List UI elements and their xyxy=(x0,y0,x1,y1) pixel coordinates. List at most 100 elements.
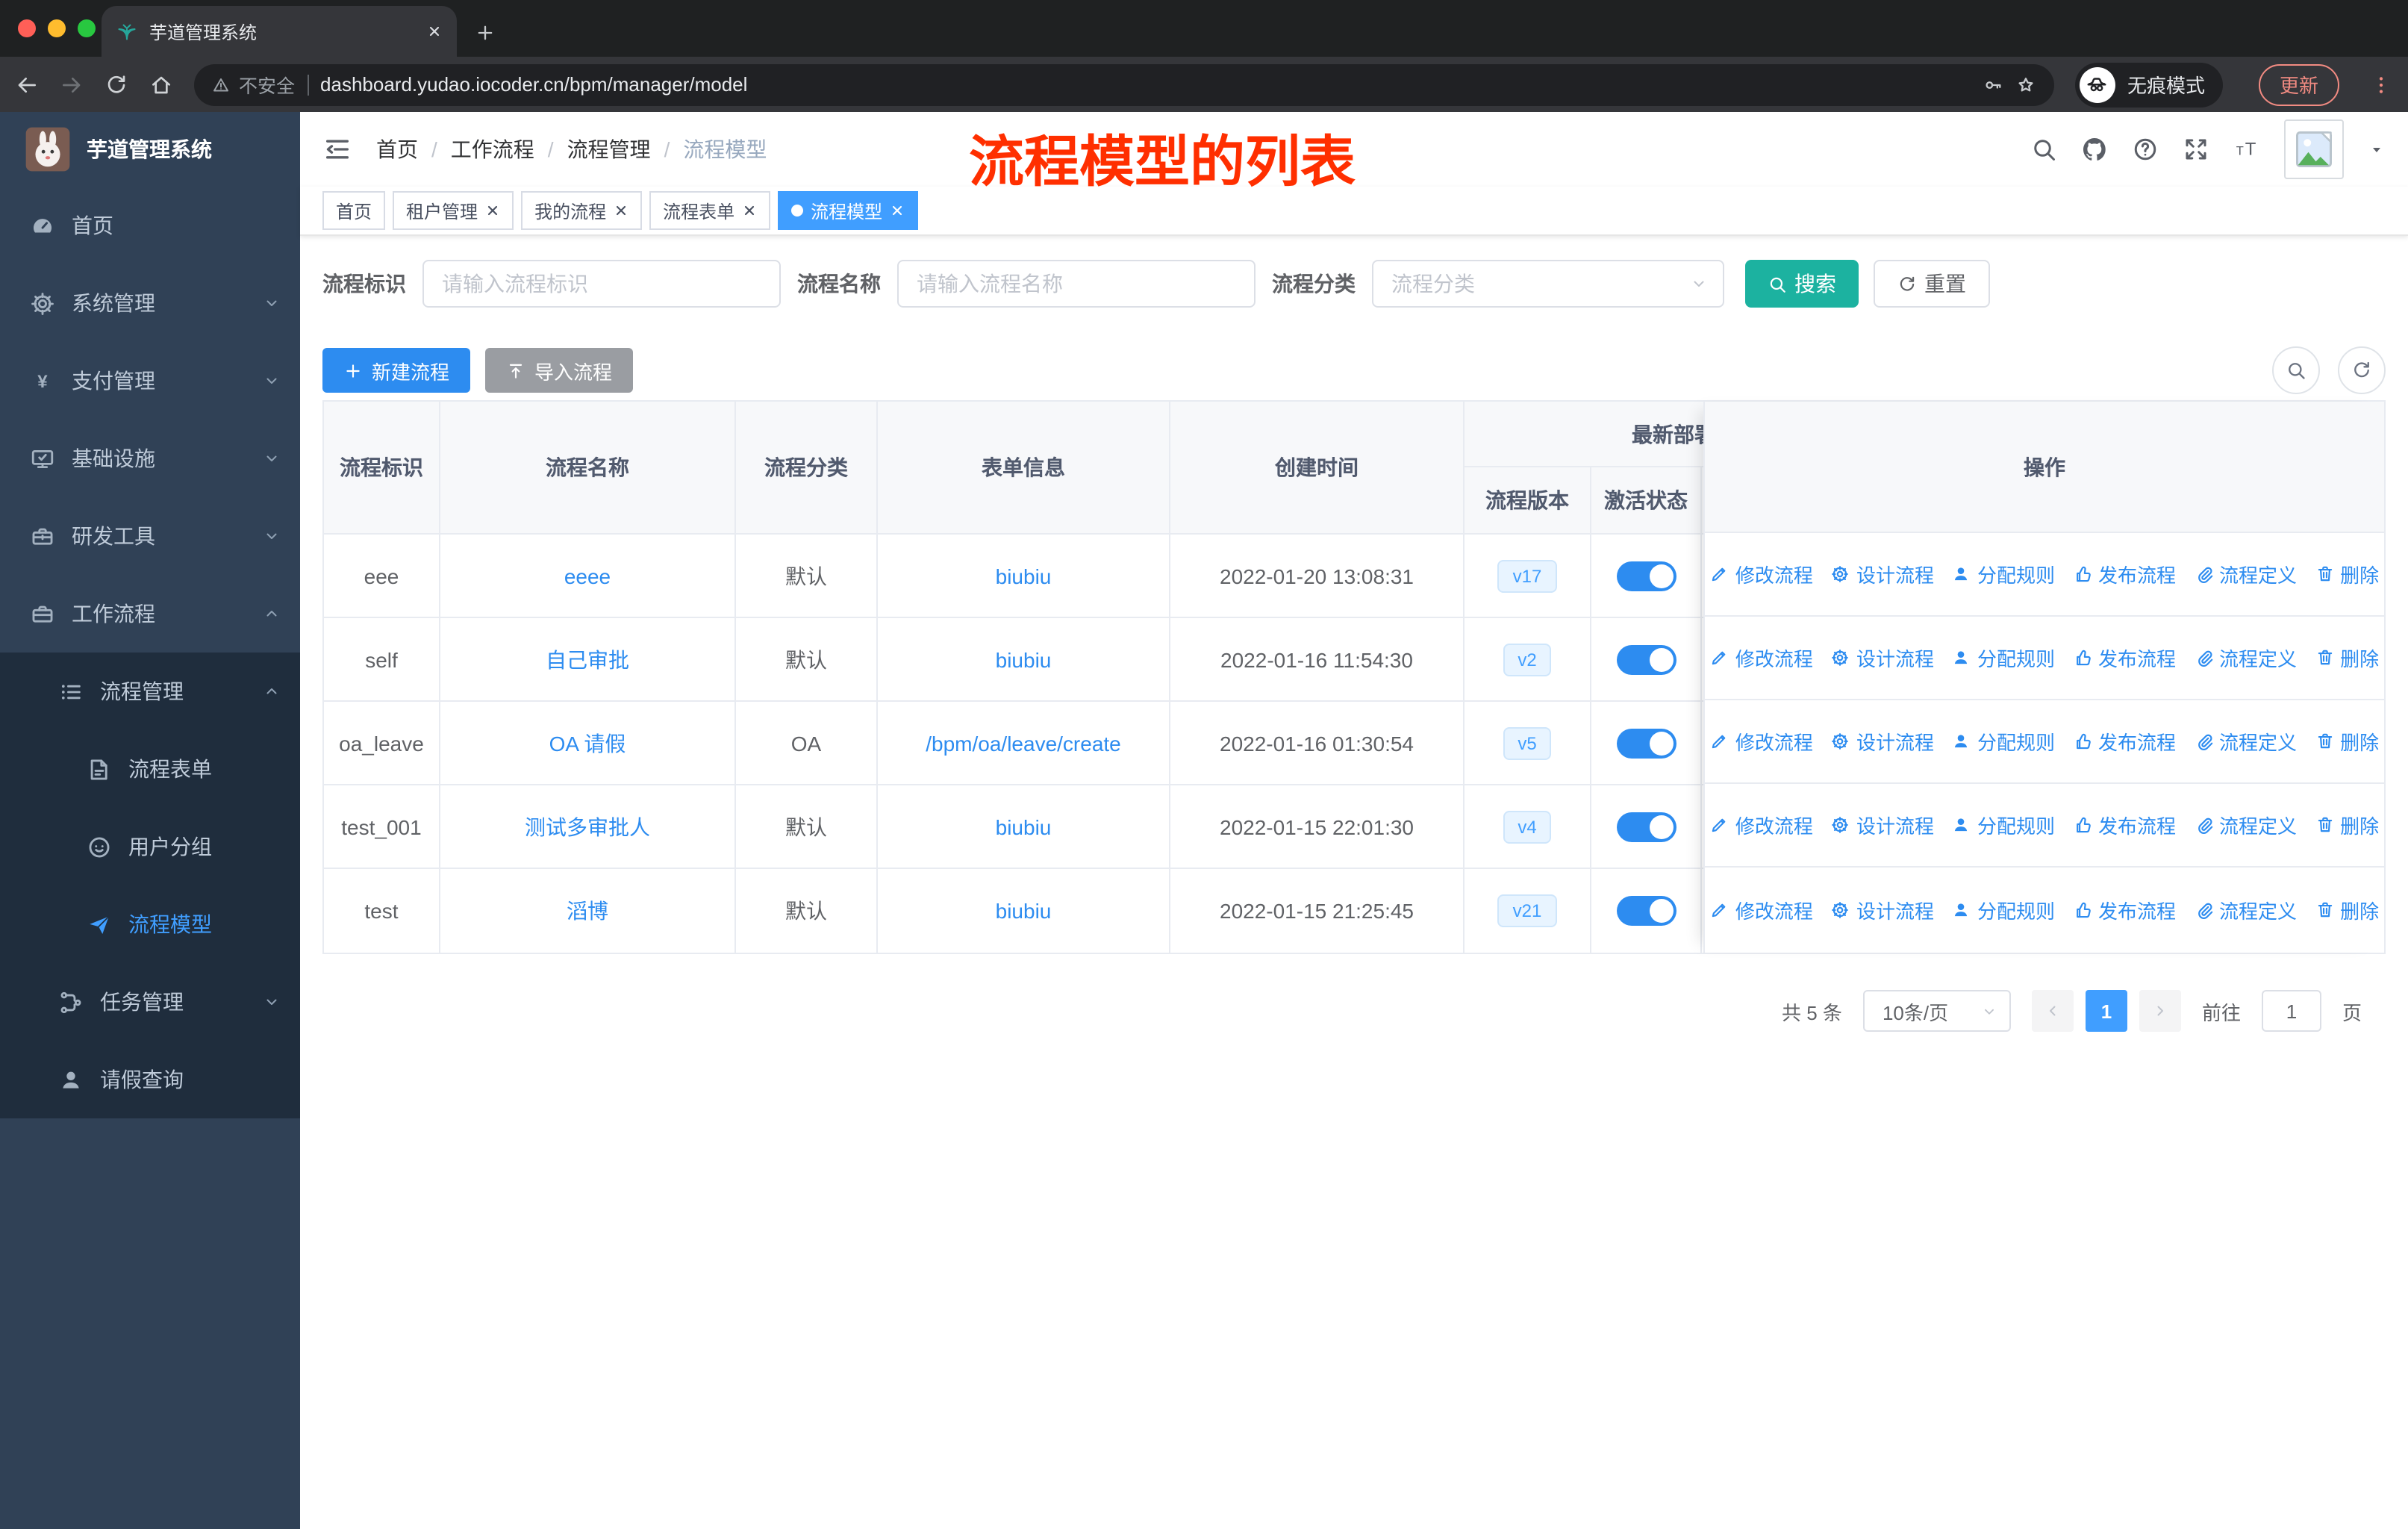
action-delete[interactable]: 删除 xyxy=(2315,895,2379,924)
password-key-icon[interactable] xyxy=(1983,74,2003,95)
window-zoom-button[interactable] xyxy=(78,19,96,37)
tab-tenant[interactable]: 租户管理 xyxy=(393,191,514,230)
action-assign[interactable]: 分配规则 xyxy=(1952,727,2055,756)
active-toggle[interactable] xyxy=(1616,561,1676,591)
action-definition[interactable]: 流程定义 xyxy=(2194,727,2297,756)
import-process-button[interactable]: 导入流程 xyxy=(485,348,634,393)
action-definition[interactable]: 流程定义 xyxy=(2194,644,2297,672)
goto-page-input[interactable] xyxy=(2261,990,2321,1032)
version-badge[interactable]: v2 xyxy=(1503,643,1552,676)
action-design[interactable]: 设计流程 xyxy=(1831,727,1934,756)
tab-process-model[interactable]: 流程模型 xyxy=(778,191,919,230)
font-size-icon[interactable]: TT xyxy=(2233,136,2260,163)
version-badge[interactable]: v17 xyxy=(1497,559,1557,592)
action-definition[interactable]: 流程定义 xyxy=(2194,560,2297,588)
active-toggle[interactable] xyxy=(1616,644,1676,674)
process-name-link[interactable]: OA 请假 xyxy=(549,728,626,758)
browser-menu-icon[interactable] xyxy=(2369,72,2393,96)
window-minimize-button[interactable] xyxy=(48,19,66,37)
sidebar-item-home[interactable]: 首页 xyxy=(0,187,300,264)
back-icon[interactable] xyxy=(15,72,39,96)
close-icon[interactable] xyxy=(890,203,905,218)
action-modify[interactable]: 修改流程 xyxy=(1710,811,1813,839)
form-info-link[interactable]: biubiu xyxy=(996,899,1052,923)
active-toggle[interactable] xyxy=(1616,728,1676,758)
action-publish[interactable]: 发布流程 xyxy=(2073,811,2176,839)
breadcrumb-process-mgmt[interactable]: 流程管理 xyxy=(567,134,651,164)
process-name-input[interactable] xyxy=(897,260,1256,308)
action-modify[interactable]: 修改流程 xyxy=(1710,560,1813,588)
browser-tab[interactable]: 芋道管理系统 xyxy=(102,6,457,57)
action-assign[interactable]: 分配规则 xyxy=(1952,895,2055,924)
action-assign[interactable]: 分配规则 xyxy=(1952,644,2055,672)
action-assign[interactable]: 分配规则 xyxy=(1952,811,2055,839)
form-info-link[interactable]: /bpm/oa/leave/create xyxy=(926,731,1121,755)
action-delete[interactable]: 删除 xyxy=(2315,811,2379,839)
search-button[interactable]: 搜索 xyxy=(1745,260,1859,308)
version-badge[interactable]: v5 xyxy=(1503,726,1552,759)
process-name-link[interactable]: 测试多审批人 xyxy=(525,812,650,841)
github-icon[interactable] xyxy=(2081,136,2108,163)
action-modify[interactable]: 修改流程 xyxy=(1710,644,1813,672)
action-design[interactable]: 设计流程 xyxy=(1831,895,1934,924)
bookmark-star-icon[interactable] xyxy=(2015,74,2036,95)
page-size-select[interactable]: 10条/页 xyxy=(1862,990,2011,1032)
address-bar[interactable]: 不安全 dashboard.yudao.iocoder.cn/bpm/manag… xyxy=(194,63,2054,105)
action-delete[interactable]: 删除 xyxy=(2315,727,2379,756)
active-toggle[interactable] xyxy=(1616,896,1676,926)
hamburger-icon[interactable] xyxy=(322,134,352,164)
sidebar-item-process-model[interactable]: 流程模型 xyxy=(0,885,300,963)
tab-process-form[interactable]: 流程表单 xyxy=(649,191,771,230)
action-delete[interactable]: 删除 xyxy=(2315,560,2379,588)
action-publish[interactable]: 发布流程 xyxy=(2073,560,2176,588)
active-toggle[interactable] xyxy=(1616,812,1676,841)
action-publish[interactable]: 发布流程 xyxy=(2073,644,2176,672)
help-icon[interactable] xyxy=(2132,136,2159,163)
action-modify[interactable]: 修改流程 xyxy=(1710,727,1813,756)
create-process-button[interactable]: 新建流程 xyxy=(322,348,471,393)
toggle-search-button[interactable] xyxy=(2272,346,2320,394)
action-publish[interactable]: 发布流程 xyxy=(2073,727,2176,756)
tab-close-icon[interactable] xyxy=(427,24,442,39)
tab-home[interactable]: 首页 xyxy=(322,191,386,230)
home-icon[interactable] xyxy=(149,72,173,96)
process-name-link[interactable]: 自己审批 xyxy=(546,644,629,674)
action-design[interactable]: 设计流程 xyxy=(1831,644,1934,672)
sidebar-item-task-mgmt[interactable]: 任务管理 xyxy=(0,963,300,1041)
new-tab-button[interactable] xyxy=(475,22,496,43)
form-info-link[interactable]: biubiu xyxy=(996,564,1052,588)
window-close-button[interactable] xyxy=(18,19,36,37)
sidebar-item-leave-query[interactable]: 请假查询 xyxy=(0,1041,300,1118)
sidebar-item-devtools[interactable]: 研发工具 xyxy=(0,497,300,575)
sidebar-item-user-group[interactable]: 用户分组 xyxy=(0,808,300,885)
close-icon[interactable] xyxy=(485,203,500,218)
prev-page-button[interactable] xyxy=(2031,990,2074,1032)
sidebar-item-system[interactable]: 系统管理 xyxy=(0,264,300,342)
form-info-link[interactable]: biubiu xyxy=(996,815,1052,838)
avatar[interactable] xyxy=(2284,119,2344,179)
sidebar-item-payment[interactable]: ¥ 支付管理 xyxy=(0,342,300,420)
action-delete[interactable]: 删除 xyxy=(2315,644,2379,672)
chrome-update-button[interactable]: 更新 xyxy=(2258,63,2339,105)
action-design[interactable]: 设计流程 xyxy=(1831,560,1934,588)
sidebar-item-workflow[interactable]: 工作流程 xyxy=(0,575,300,653)
reset-button[interactable]: 重置 xyxy=(1874,260,1990,308)
caret-down-icon[interactable] xyxy=(2368,140,2386,158)
process-category-select[interactable]: 流程分类 xyxy=(1372,260,1724,308)
form-info-link[interactable]: biubiu xyxy=(996,647,1052,671)
action-publish[interactable]: 发布流程 xyxy=(2073,895,2176,924)
action-design[interactable]: 设计流程 xyxy=(1831,811,1934,839)
version-badge[interactable]: v21 xyxy=(1497,894,1557,927)
fullscreen-icon[interactable] xyxy=(2183,136,2209,163)
action-definition[interactable]: 流程定义 xyxy=(2194,895,2297,924)
forward-icon[interactable] xyxy=(60,72,84,96)
version-badge[interactable]: v4 xyxy=(1503,810,1552,843)
action-modify[interactable]: 修改流程 xyxy=(1710,895,1813,924)
sidebar-item-process-mgmt[interactable]: 流程管理 xyxy=(0,653,300,730)
reload-icon[interactable] xyxy=(105,72,128,96)
breadcrumb-workflow[interactable]: 工作流程 xyxy=(451,134,534,164)
close-icon[interactable] xyxy=(742,203,757,218)
sidebar-item-process-form[interactable]: 流程表单 xyxy=(0,730,300,808)
current-page-button[interactable]: 1 xyxy=(2085,990,2127,1032)
action-assign[interactable]: 分配规则 xyxy=(1952,560,2055,588)
